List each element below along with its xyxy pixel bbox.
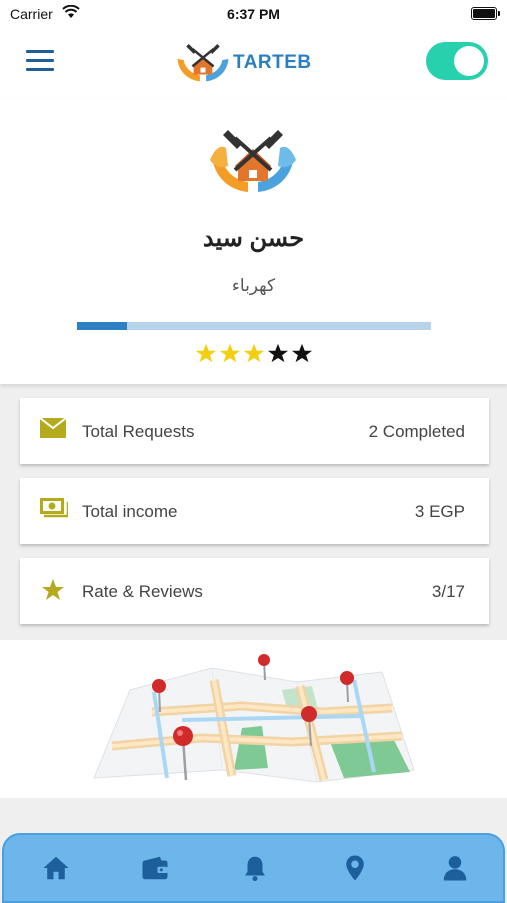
availability-toggle[interactable] [426, 42, 488, 80]
star-filled-icon [243, 343, 265, 363]
clock: 6:37 PM [227, 6, 280, 22]
rate-reviews-card[interactable]: Rate & Reviews 3/17 [20, 558, 489, 624]
top-nav-bar: TARTEB [0, 28, 507, 99]
progress-fill [77, 322, 127, 330]
tab-notifications[interactable] [240, 853, 270, 883]
brand: TARTEB [175, 40, 311, 84]
star-empty-icon [291, 343, 313, 363]
total-income-card[interactable]: Total income 3 EGP [20, 478, 489, 544]
map-icon [93, 654, 415, 783]
tab-profile[interactable] [440, 853, 470, 883]
menu-button[interactable] [26, 50, 54, 72]
battery-icon [471, 7, 500, 20]
stat-label: Total Requests [82, 422, 195, 441]
bottom-tab-bar [2, 833, 505, 903]
tarteb-logo-icon [177, 43, 229, 82]
stat-value: 2 Completed [368, 422, 465, 441]
envelope-icon [40, 418, 66, 438]
star-empty-icon [267, 343, 289, 363]
tab-wallet[interactable] [140, 853, 170, 883]
tab-home[interactable] [41, 853, 71, 883]
cash-icon [40, 498, 68, 518]
tab-location[interactable] [340, 853, 370, 883]
stat-label: Total income [82, 502, 178, 521]
stat-label: Rate & Reviews [82, 582, 203, 601]
user-icon [443, 856, 467, 881]
bell-icon [245, 856, 265, 882]
status-bar: Carrier 6:37 PM [0, 0, 507, 28]
star-icon [42, 579, 64, 600]
stat-value: 3 EGP [414, 502, 465, 521]
home-icon [43, 856, 69, 880]
map-illustration [0, 640, 507, 798]
stat-value: 3/17 [431, 582, 465, 601]
brand-name: TARTEB [233, 52, 312, 73]
map-pin-icon [346, 855, 364, 881]
profile-progress-bar [77, 322, 431, 330]
total-requests-card[interactable]: Total Requests 2 Completed [20, 398, 489, 464]
profile-role: كهرباء [231, 276, 276, 295]
profile-logo-icon [210, 130, 296, 192]
star-filled-icon [195, 343, 217, 363]
rating-stars [194, 342, 314, 366]
star-filled-icon [219, 343, 241, 363]
profile-card: حسن سيد كهرباء [0, 98, 507, 384]
toggle-knob [454, 46, 484, 76]
wallet-icon [142, 856, 168, 880]
profile-name: حسن سيد [202, 225, 305, 252]
